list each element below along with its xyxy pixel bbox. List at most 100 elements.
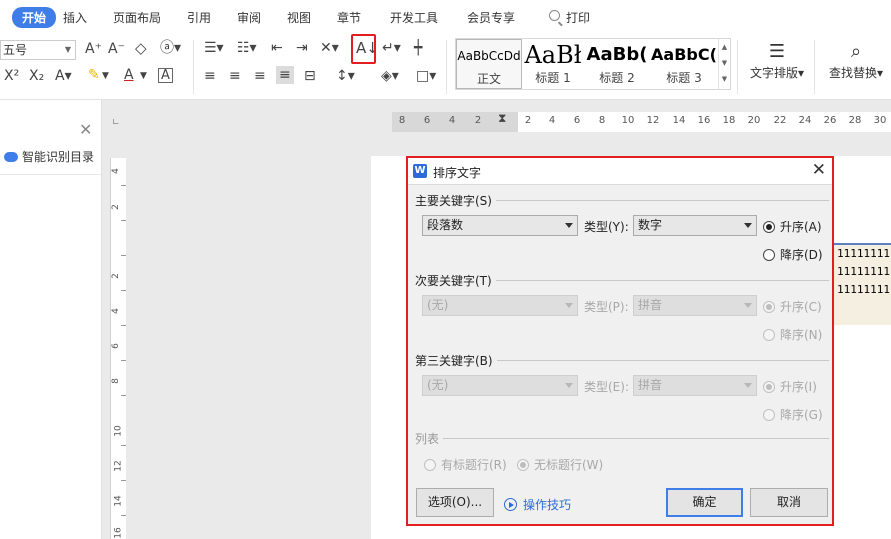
document-table[interactable]: 1111111111 1111111111 1111111111: [832, 243, 891, 325]
shrink-font-icon[interactable]: A⁻: [108, 41, 125, 57]
secondary-ascending-radio[interactable]: 升序(C): [763, 298, 822, 315]
font-size-select[interactable]: 五号 ▼: [0, 40, 76, 60]
show-paragraph-marks-icon[interactable]: ↵▾: [382, 40, 401, 56]
primary-type-select[interactable]: 数字: [633, 215, 757, 236]
chevron-down-icon[interactable]: ▼: [102, 68, 109, 84]
phonetic-guide-icon[interactable]: ⓐ▾: [160, 40, 181, 56]
primary-key-select[interactable]: 段落数: [422, 215, 578, 236]
ruler-tick: 14: [672, 115, 686, 126]
tab-member[interactable]: 会员专享: [467, 9, 515, 26]
tertiary-descending-radio[interactable]: 降序(G): [763, 406, 823, 423]
borders-icon[interactable]: □▾: [416, 68, 436, 84]
grow-font-icon[interactable]: A⁺: [85, 41, 102, 57]
vruler-tick: 10: [113, 425, 124, 437]
table-row: 1111111111: [837, 247, 891, 260]
tab-home[interactable]: 开始: [12, 7, 57, 28]
chevron-down-icon[interactable]: ▼: [140, 68, 147, 84]
vruler-tick: 12: [113, 460, 124, 472]
secondary-type-label: 类型(P):: [584, 300, 629, 314]
highlight-icon[interactable]: ✎: [88, 67, 100, 83]
dropdown-arrow-icon: [565, 303, 573, 308]
style-heading-2[interactable]: AaBb( 标题 2: [584, 39, 650, 89]
primary-ascending-radio[interactable]: 升序(A): [763, 218, 822, 235]
radio-checked-icon: [517, 458, 529, 471]
numbered-list-icon[interactable]: ☷▾: [237, 40, 257, 56]
no-header-radio[interactable]: 无标题行(W): [517, 456, 603, 473]
style-heading-3[interactable]: AaBbC( 标题 3: [650, 39, 718, 89]
dialog-title-bar[interactable]: W 排序文字 ✕: [408, 158, 832, 185]
char-border-icon[interactable]: A: [158, 68, 173, 83]
subscript-icon[interactable]: X₂: [29, 68, 44, 84]
style-normal[interactable]: AaBbCcDd 正文: [456, 39, 522, 89]
bullet-list-icon[interactable]: ☰▾: [204, 40, 224, 56]
tab-review[interactable]: 审阅: [237, 9, 261, 26]
tab-references[interactable]: 引用: [187, 9, 211, 26]
distributed-align-icon[interactable]: ⊟: [304, 68, 316, 84]
vruler-mark: [121, 480, 126, 481]
has-header-radio[interactable]: 有标题行(R): [424, 456, 507, 473]
secondary-type-value: 拼音: [638, 298, 663, 312]
ruler-tick: 26: [823, 115, 837, 126]
tips-label: 操作技巧: [523, 498, 572, 512]
tab-developer[interactable]: 开发工具: [390, 9, 438, 26]
increase-indent-icon[interactable]: ⇥: [296, 40, 308, 56]
text-effect-icon[interactable]: A▾: [55, 68, 72, 84]
shading-icon[interactable]: ◈▾: [381, 68, 399, 84]
close-icon[interactable]: ✕: [812, 161, 826, 179]
primary-key-label: 主要关键字(S): [415, 192, 496, 209]
chevron-down-icon: ▼: [64, 45, 71, 54]
line-spacing-icon[interactable]: ↕▾: [336, 68, 355, 84]
secondary-type-select[interactable]: 拼音: [633, 295, 757, 316]
radio-unchecked-icon: [763, 328, 775, 341]
smart-toc-button[interactable]: 智能识别目录: [4, 148, 94, 165]
ruler-tick: 28: [848, 115, 862, 126]
secondary-key-select[interactable]: (无): [422, 295, 578, 316]
align-right-icon[interactable]: ≡: [254, 68, 266, 84]
align-center-icon[interactable]: ≡: [229, 68, 241, 84]
tab-view[interactable]: 视图: [287, 9, 311, 26]
vertical-ruler[interactable]: 4 2 2 4 6 8 10 12 14 16: [110, 158, 126, 539]
tab-insert[interactable]: 插入: [63, 9, 87, 26]
tab-page-layout[interactable]: 页面布局: [113, 9, 161, 26]
ruler-tick: 18: [722, 115, 736, 126]
ok-button[interactable]: 确定: [666, 488, 743, 517]
ruler-corner-icon[interactable]: ∟: [112, 118, 120, 128]
divider: [446, 40, 447, 94]
options-button[interactable]: 选项(O)...: [416, 488, 494, 517]
tertiary-key-select[interactable]: (无): [422, 375, 578, 396]
text-layout-icon: ☰: [768, 41, 786, 62]
indent-marker-icon[interactable]: ⧗: [498, 111, 506, 126]
chinese-layout-icon[interactable]: ✕▾: [320, 40, 339, 56]
search-icon[interactable]: [549, 10, 560, 21]
ruler-tick: 24: [798, 115, 812, 126]
clear-format-icon[interactable]: ◇: [135, 40, 147, 56]
tab-chapter[interactable]: 章节: [337, 9, 361, 26]
find-replace-button[interactable]: ⌕ 查找替换▾: [824, 40, 888, 81]
print-search-label[interactable]: 打印: [566, 9, 590, 26]
close-icon[interactable]: ✕: [79, 120, 92, 139]
wps-logo-icon: W: [413, 164, 427, 178]
tertiary-type-select[interactable]: 拼音: [633, 375, 757, 396]
primary-descending-radio[interactable]: 降序(D): [763, 246, 823, 263]
cancel-button[interactable]: 取消: [750, 488, 828, 517]
divider: [193, 40, 194, 94]
tertiary-key-value: (无): [427, 378, 449, 392]
tips-link[interactable]: 操作技巧: [504, 496, 571, 513]
text-layout-button[interactable]: ☰ 文字排版▾: [747, 40, 807, 81]
secondary-descending-radio[interactable]: 降序(N): [763, 326, 822, 343]
superscript-icon[interactable]: X²: [4, 68, 19, 84]
panel-body: [0, 174, 101, 539]
tertiary-ascending-radio[interactable]: 升序(I): [763, 378, 817, 395]
gallery-scroll[interactable]: ▲ ▼ ▼: [718, 39, 730, 89]
style-heading-1[interactable]: AaBł 标题 1: [522, 39, 584, 89]
tab-stops-icon[interactable]: ┿: [414, 40, 422, 56]
font-color-icon[interactable]: A: [124, 67, 134, 83]
align-left-icon[interactable]: ≡: [204, 68, 216, 84]
vruler-mark: [121, 360, 126, 361]
style-name: 标题 1: [535, 71, 571, 85]
ruler-tick: 10: [621, 115, 635, 126]
horizontal-ruler[interactable]: 8 6 4 2 ⧗ 2 4 6 8 10 12 14 16 18 20 22 2…: [392, 111, 891, 132]
decrease-indent-icon[interactable]: ⇤: [271, 40, 283, 56]
ruler-tick: 30: [873, 115, 887, 126]
justify-icon[interactable]: ≡: [276, 66, 294, 84]
